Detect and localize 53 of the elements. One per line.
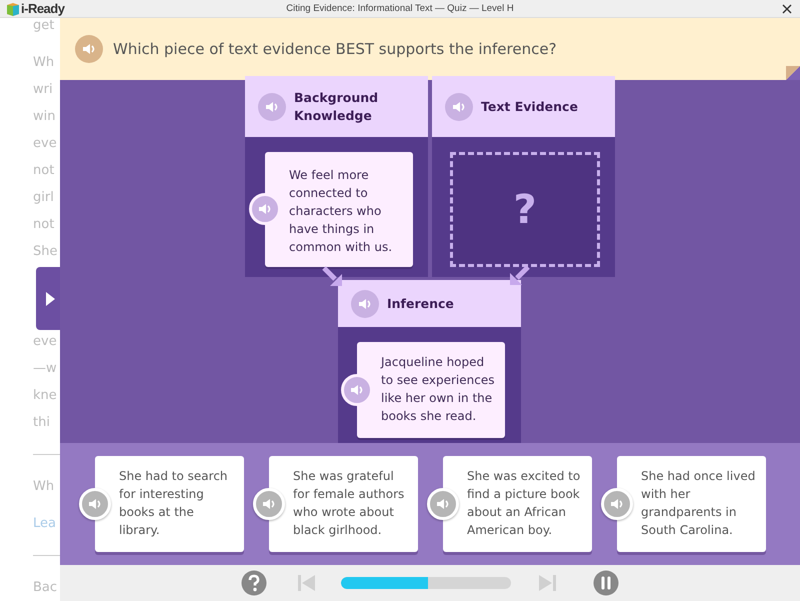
speaker-icon — [257, 201, 273, 217]
cube-icon — [6, 2, 20, 16]
answer-text: She had to search for interesting books at the library. — [119, 468, 229, 539]
skip-forward-icon — [537, 573, 557, 593]
answer-card[interactable]: She had once lived with her grandparents in South Carolina. — [617, 456, 766, 552]
question-text: Which piece of text evidence BEST supports the inference? — [113, 40, 557, 58]
speaker-icon — [435, 496, 451, 512]
speaker-icon — [349, 382, 365, 398]
app-logo: i-Ready — [21, 1, 64, 16]
text-line: wri — [33, 81, 53, 99]
folded-corner-icon — [786, 66, 800, 80]
text-line: girl — [33, 189, 54, 207]
speaker-icon — [609, 496, 625, 512]
text-line: eve — [33, 135, 57, 153]
answer-text: She had once lived with her grandparents in South Carolina. — [641, 468, 756, 539]
answer-card[interactable]: She had to search for interesting books at the library. — [95, 456, 244, 552]
window-title: Citing Evidence: Informational Text — Quiz — Level H — [286, 3, 514, 14]
text-line: thi — [33, 414, 50, 432]
help-button[interactable] — [241, 570, 267, 596]
answer-text: She was excited to find a picture book about an African American boy. — [467, 468, 582, 539]
card-text: Jacqueline hoped to see experiences like her own in the books she read. — [381, 354, 496, 425]
text-line: not — [33, 216, 54, 234]
text-line: Bac — [33, 579, 58, 598]
box-title: Text Evidence — [481, 98, 579, 116]
answer-card[interactable]: She was grateful for female authors who wrote about black girlhood. — [269, 456, 418, 552]
text-line: —w — [33, 360, 57, 378]
speaker-icon — [81, 41, 97, 57]
text-line: win — [33, 108, 56, 126]
text-line: eve — [33, 333, 57, 352]
arrow-icon — [322, 266, 344, 288]
arrow-icon — [508, 265, 530, 287]
expand-tab[interactable] — [36, 267, 60, 330]
text-line: not — [33, 162, 54, 180]
box-title: Background Knowledge — [294, 88, 380, 124]
box-title: Inference — [387, 294, 455, 312]
answer-text: She was grateful for female authors who wrote about black girlhood. — [293, 468, 406, 539]
drop-zone[interactable]: ? — [450, 152, 600, 267]
pause-icon — [593, 570, 619, 596]
help-icon — [241, 570, 267, 596]
close-icon[interactable] — [782, 4, 792, 14]
text-line: She — [33, 243, 58, 261]
skip-back-icon — [297, 573, 317, 593]
pause-button[interactable] — [593, 570, 619, 596]
text-line: kne — [33, 387, 57, 406]
speaker-icon — [261, 496, 277, 512]
answer-card[interactable]: She was excited to find a picture book about an African American boy. — [443, 456, 592, 552]
speaker-icon — [87, 496, 103, 512]
text-line: Wh — [33, 478, 54, 496]
text-line: Wh — [33, 54, 54, 72]
text-line: get — [33, 18, 54, 35]
play-icon — [46, 292, 55, 306]
question-mark: ? — [513, 186, 537, 232]
card-text: We feel more connected to characters who have things in common with us. — [289, 167, 394, 256]
